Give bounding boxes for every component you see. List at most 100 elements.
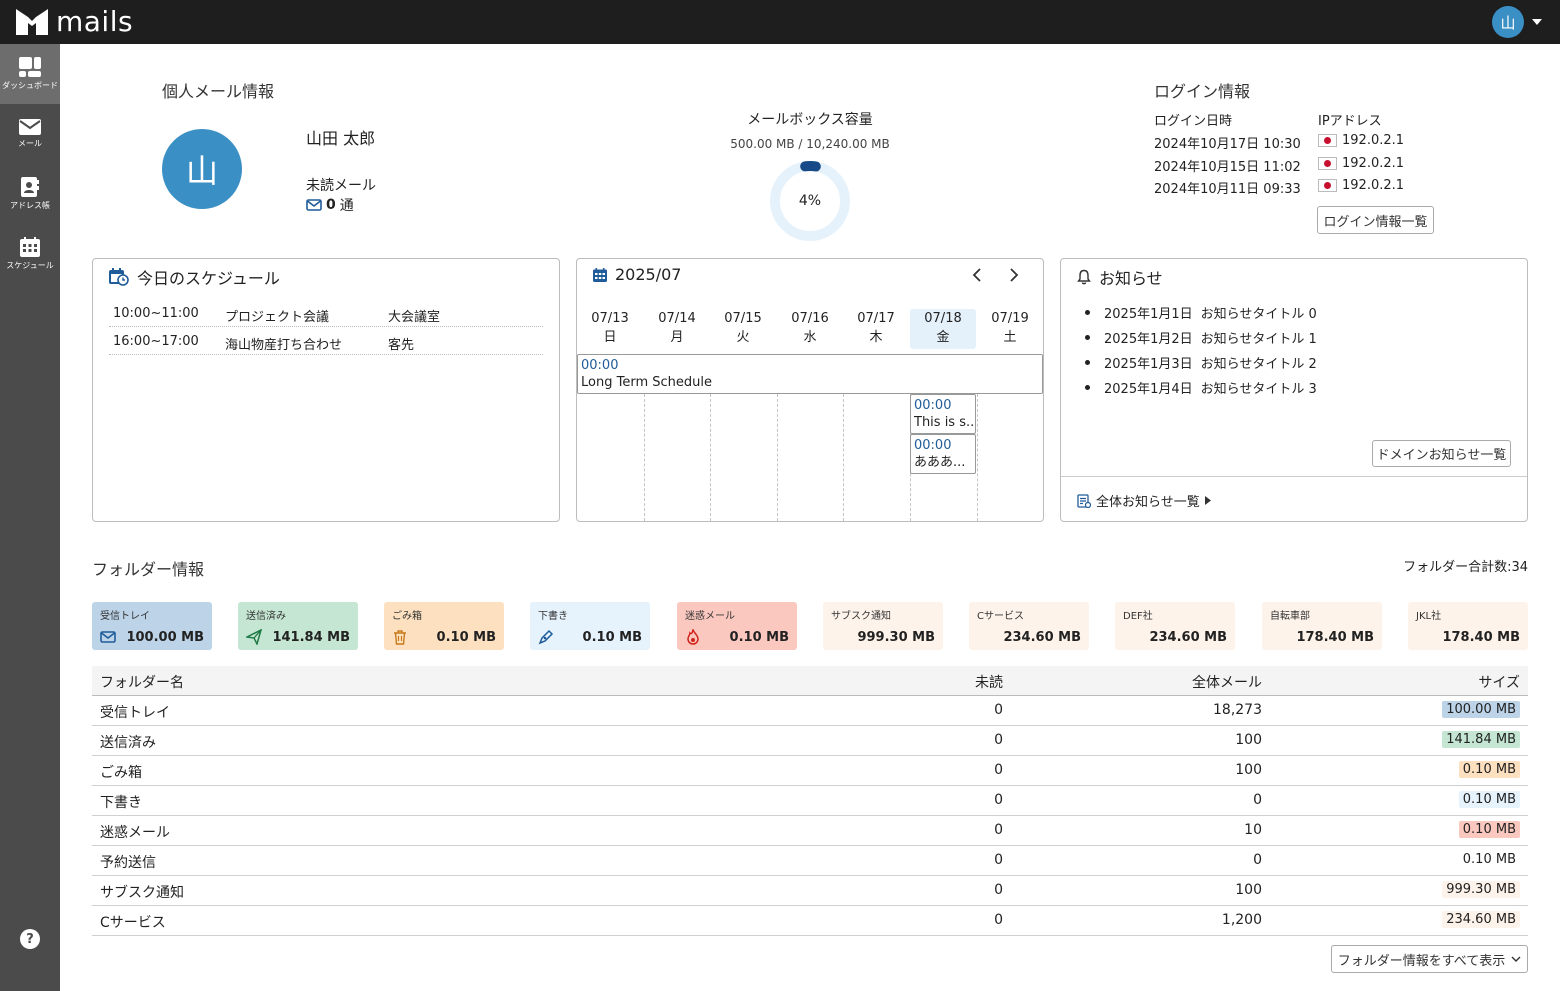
schedule-row[interactable]: 10:00~11:00 プロジェクト会議 大会議室 — [109, 299, 543, 327]
folder-tile-def[interactable]: DEF社 234.60 MB — [1115, 602, 1235, 650]
user-avatar[interactable]: 山 — [1492, 6, 1524, 38]
sidebar-item-address-book[interactable]: アドレス帳 — [0, 164, 60, 224]
calendar-card-title: 2025/07 — [593, 265, 681, 284]
table-row[interactable]: 受信トレイ 0 18,273 100.00 MB — [92, 696, 1528, 726]
notice-item[interactable]: 2025年1月2日 お知らせタイトル 1 — [1085, 328, 1317, 347]
header-unread[interactable]: 未読 — [975, 672, 1003, 692]
unread-cell: 0 — [994, 822, 1003, 838]
notice-item[interactable]: 2025年1月4日 お知らせタイトル 3 — [1085, 378, 1317, 397]
address-book-icon — [21, 177, 39, 197]
schedule-row[interactable]: 16:00~17:00 海山物産打ち合わせ 客先 — [109, 327, 543, 355]
table-row[interactable]: Cサービス 0 1,200 234.60 MB — [92, 906, 1528, 936]
folder-name-cell: 受信トレイ — [100, 705, 170, 721]
sidebar-item-dashboard[interactable]: ダッシュボード — [0, 44, 60, 104]
bell-icon — [1077, 269, 1091, 285]
notice-item[interactable]: 2025年1月3日 お知らせタイトル 2 — [1085, 353, 1317, 372]
calendar-event[interactable]: 00:00 あああ... — [910, 434, 976, 474]
send-icon — [246, 629, 262, 645]
login-history-button[interactable]: ログイン情報一覧 — [1317, 206, 1434, 234]
notice-item[interactable]: 2025年1月1日 お知らせタイトル 0 — [1085, 303, 1317, 322]
login-ip: 192.0.2.1 — [1318, 178, 1404, 193]
unread-count[interactable]: 0 通 — [306, 195, 354, 215]
header-total[interactable]: 全体メール — [1192, 672, 1262, 692]
folder-name-cell: Cサービス — [100, 915, 166, 931]
calendar-day[interactable]: 07/16 水 — [777, 309, 843, 349]
folder-tile-c-service[interactable]: Cサービス 234.60 MB — [969, 602, 1089, 650]
schedule-place: 大会議室 — [388, 310, 441, 325]
calendar-day[interactable]: 07/19 土 — [977, 309, 1043, 349]
table-row[interactable]: 予約送信 0 0 0.10 MB — [92, 846, 1528, 876]
table-row[interactable]: 送信済み 0 100 141.84 MB — [92, 726, 1528, 756]
user-menu[interactable]: 山 — [1492, 6, 1542, 38]
calendar-day[interactable]: 07/17 木 — [843, 309, 909, 349]
sidebar: ダッシュボード メール アドレス帳 スケジュール ? — [0, 44, 60, 991]
all-notices-link[interactable]: 全体お知らせ一覧 — [1077, 491, 1211, 510]
calendar-day[interactable]: 07/14 月 — [644, 309, 710, 349]
login-ip-header: IPアドレス — [1318, 114, 1382, 129]
calendar-day-today[interactable]: 07/18 金 — [910, 309, 976, 349]
table-row[interactable]: ごみ箱 0 100 0.10 MB — [92, 756, 1528, 786]
calendar-column-divider — [977, 394, 978, 521]
calendar-event[interactable]: 00:00 This is s... — [910, 394, 976, 434]
sidebar-label: メール — [18, 139, 42, 148]
help-icon[interactable]: ? — [20, 929, 40, 949]
spam-icon — [687, 629, 699, 645]
table-row[interactable]: 下書き 0 0 0.10 MB — [92, 786, 1528, 816]
folder-tile-inbox[interactable]: 受信トレイ 100.00 MB — [92, 602, 212, 650]
calendar-day[interactable]: 07/13 日 — [577, 309, 643, 349]
schedule-name: プロジェクト会議 — [225, 310, 330, 325]
sidebar-item-schedule[interactable]: スケジュール — [0, 224, 60, 284]
table-row[interactable]: 迷惑メール 0 10 0.10 MB — [92, 816, 1528, 846]
chevron-right-icon[interactable] — [1008, 267, 1020, 283]
folder-name-cell: 迷惑メール — [100, 825, 170, 841]
schedule-time: 16:00~17:00 — [113, 334, 199, 349]
header-size[interactable]: サイズ — [1478, 672, 1520, 692]
calendar-column-divider — [644, 394, 645, 521]
japan-flag-icon — [1318, 179, 1337, 192]
unread-label: 未読メール — [306, 178, 376, 194]
calendar-icon — [593, 267, 607, 282]
calendar-card: 2025/07 07/13 日 07/14 月 07/15 火 07/16 水 07/1… — [576, 258, 1044, 522]
table-row[interactable]: サブスク通知 0 100 999.30 MB — [92, 876, 1528, 906]
today-schedule-card: 今日のスケジュール 10:00~11:00 プロジェクト会議 大会議室 16:0… — [92, 258, 560, 522]
folders-title: フォルダー情報 — [92, 560, 205, 579]
folder-tile-sent[interactable]: 送信済み 141.84 MB — [238, 602, 358, 650]
folder-name-cell: 予約送信 — [100, 855, 156, 871]
mailbox-usage: 500.00 MB / 10,240.00 MB — [730, 137, 890, 151]
total-cell: 10 — [1244, 822, 1262, 838]
app-logo[interactable]: mails — [16, 6, 133, 38]
folder-tile-subscription[interactable]: サブスク通知 999.30 MB — [823, 602, 943, 650]
folder-tile-jkl[interactable]: JKL社 178.40 MB — [1408, 602, 1528, 650]
show-all-folders-button[interactable]: フォルダー情報をすべて表示 — [1331, 945, 1528, 973]
login-info-title: ログイン情報 — [1154, 82, 1251, 101]
size-cell: 141.84 MB — [1442, 731, 1520, 748]
login-date-header: ログイン日時 — [1154, 114, 1233, 129]
notices-title: お知らせ — [1099, 269, 1163, 288]
logo-icon — [16, 9, 48, 35]
header-folder-name[interactable]: フォルダー名 — [100, 672, 184, 692]
schedule-name: 海山物産打ち合わせ — [225, 338, 343, 353]
chevron-left-icon[interactable] — [971, 267, 983, 283]
calendar-day[interactable]: 07/15 火 — [710, 309, 776, 349]
domain-notices-button[interactable]: ドメインお知らせ一覧 — [1372, 440, 1511, 467]
size-cell: 0.10 MB — [1458, 821, 1520, 838]
unread-cell: 0 — [994, 762, 1003, 778]
japan-flag-icon — [1318, 134, 1337, 147]
folder-tile-trash[interactable]: ごみ箱 0.10 MB — [384, 602, 504, 650]
personal-info-title: 個人メール情報 — [162, 82, 275, 101]
unread-cell: 0 — [994, 702, 1003, 718]
calendar-month: 2025/07 — [615, 265, 682, 284]
login-date: 2024年10月17日 10:30 — [1154, 137, 1301, 152]
notices-card-title: お知らせ — [1077, 265, 1163, 289]
sidebar-item-mail[interactable]: メール — [0, 104, 60, 164]
folder-tile-drafts[interactable]: 下書き 0.10 MB — [530, 602, 650, 650]
folder-tile-spam[interactable]: 迷惑メール 0.10 MB — [677, 602, 797, 650]
inbox-icon — [100, 631, 116, 643]
calendar-column-divider — [843, 394, 844, 521]
trash-icon — [394, 630, 406, 645]
calendar-event-long[interactable]: 00:00 Long Term Schedule — [577, 354, 1043, 394]
calendar-icon — [20, 237, 40, 257]
folder-tile-bicycle-club[interactable]: 自転車部 178.40 MB — [1262, 602, 1382, 650]
folder-name-cell: ごみ箱 — [100, 765, 142, 781]
calendar-column-divider — [777, 394, 778, 521]
